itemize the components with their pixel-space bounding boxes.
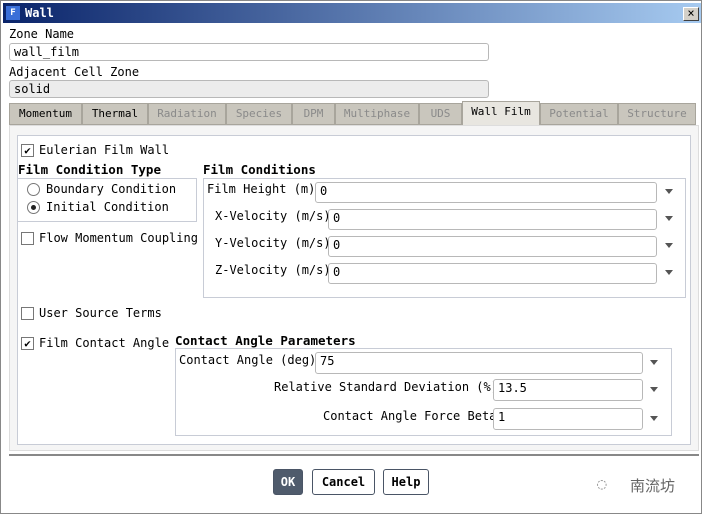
adjacent-cell-zone-field: solid [9, 80, 489, 98]
contact-angle-force-beta-input[interactable]: 1 [493, 408, 643, 430]
ok-button[interactable]: OK [273, 469, 303, 495]
z-velocity-input[interactable]: 0 [328, 263, 657, 284]
window-title: Wall [25, 6, 54, 20]
title-bar: F Wall × [3, 3, 701, 23]
z-velocity-dropdown-icon[interactable] [665, 270, 673, 275]
contact-angle-dropdown-icon[interactable] [650, 360, 658, 365]
relative-std-dev-dropdown-icon[interactable] [650, 387, 658, 392]
wechat-icon: ◌ [597, 474, 607, 493]
contact-angle-force-beta-label: Contact Angle Force Beta [323, 409, 497, 423]
close-button[interactable]: × [683, 7, 699, 21]
x-velocity-label: X-Velocity (m/s) [215, 209, 331, 223]
flow-momentum-coupling-checkbox[interactable] [21, 232, 34, 245]
relative-std-dev-label: Relative Standard Deviation (%) [274, 380, 498, 394]
contact-angle-parameters-title: Contact Angle Parameters [175, 333, 356, 348]
zone-name-label: Zone Name [9, 27, 75, 41]
film-conditions-title: Film Conditions [203, 162, 316, 177]
x-velocity-input[interactable]: 0 [328, 209, 657, 230]
y-velocity-dropdown-icon[interactable] [665, 243, 673, 248]
x-velocity-dropdown-icon[interactable] [665, 216, 673, 221]
tab-species[interactable]: Species [226, 103, 292, 125]
user-source-terms-label: User Source Terms [39, 306, 162, 320]
z-velocity-label: Z-Velocity (m/s) [215, 263, 331, 277]
boundary-condition-radio[interactable] [27, 183, 40, 196]
contact-angle-label: Contact Angle (deg) [179, 353, 317, 367]
film-height-input[interactable]: 0 [315, 182, 657, 203]
tab-radiation[interactable]: Radiation [148, 103, 226, 125]
separator [9, 454, 699, 456]
y-velocity-label: Y-Velocity (m/s) [215, 236, 331, 250]
tab-wall-film[interactable]: Wall Film [462, 101, 540, 126]
tab-multiphase[interactable]: Multiphase [335, 103, 419, 125]
initial-condition-radio[interactable] [27, 201, 40, 214]
tab-potential[interactable]: Potential [540, 103, 618, 125]
flow-momentum-coupling-label: Flow Momentum Coupling [39, 231, 198, 245]
boundary-condition-label: Boundary Condition [46, 182, 177, 196]
contact-angle-force-beta-dropdown-icon[interactable] [650, 416, 658, 421]
app-icon: F [6, 6, 20, 20]
tab-thermal[interactable]: Thermal [82, 103, 148, 125]
adjacent-cell-zone-label: Adjacent Cell Zone [9, 65, 140, 79]
tab-uds[interactable]: UDS [419, 103, 462, 125]
y-velocity-input[interactable]: 0 [328, 236, 657, 257]
user-source-terms-checkbox[interactable] [21, 307, 34, 320]
film-height-label: Film Height (m) [207, 182, 316, 196]
help-button[interactable]: Help [383, 469, 429, 495]
film-contact-angle-label: Film Contact Angle [39, 336, 170, 350]
cancel-button[interactable]: Cancel [312, 469, 375, 495]
film-contact-angle-checkbox[interactable]: ✔ [21, 337, 34, 350]
watermark: 南流坊 [630, 477, 676, 495]
zone-name-input[interactable]: wall_film [9, 43, 489, 61]
relative-std-dev-input[interactable]: 13.5 [493, 379, 643, 401]
initial-condition-label: Initial Condition [46, 200, 169, 214]
eulerian-film-wall-label: Eulerian Film Wall [39, 143, 170, 157]
tab-momentum[interactable]: Momentum [9, 103, 82, 125]
film-height-dropdown-icon[interactable] [665, 189, 673, 194]
eulerian-film-wall-checkbox[interactable]: ✔ [21, 144, 34, 157]
tab-structure[interactable]: Structure [618, 103, 696, 125]
wall-dialog: F Wall × Zone Name wall_film Adjacent Ce… [0, 0, 702, 514]
film-condition-type-title: Film Condition Type [18, 162, 161, 177]
tab-dpm[interactable]: DPM [292, 103, 335, 125]
contact-angle-input[interactable]: 75 [315, 352, 643, 374]
